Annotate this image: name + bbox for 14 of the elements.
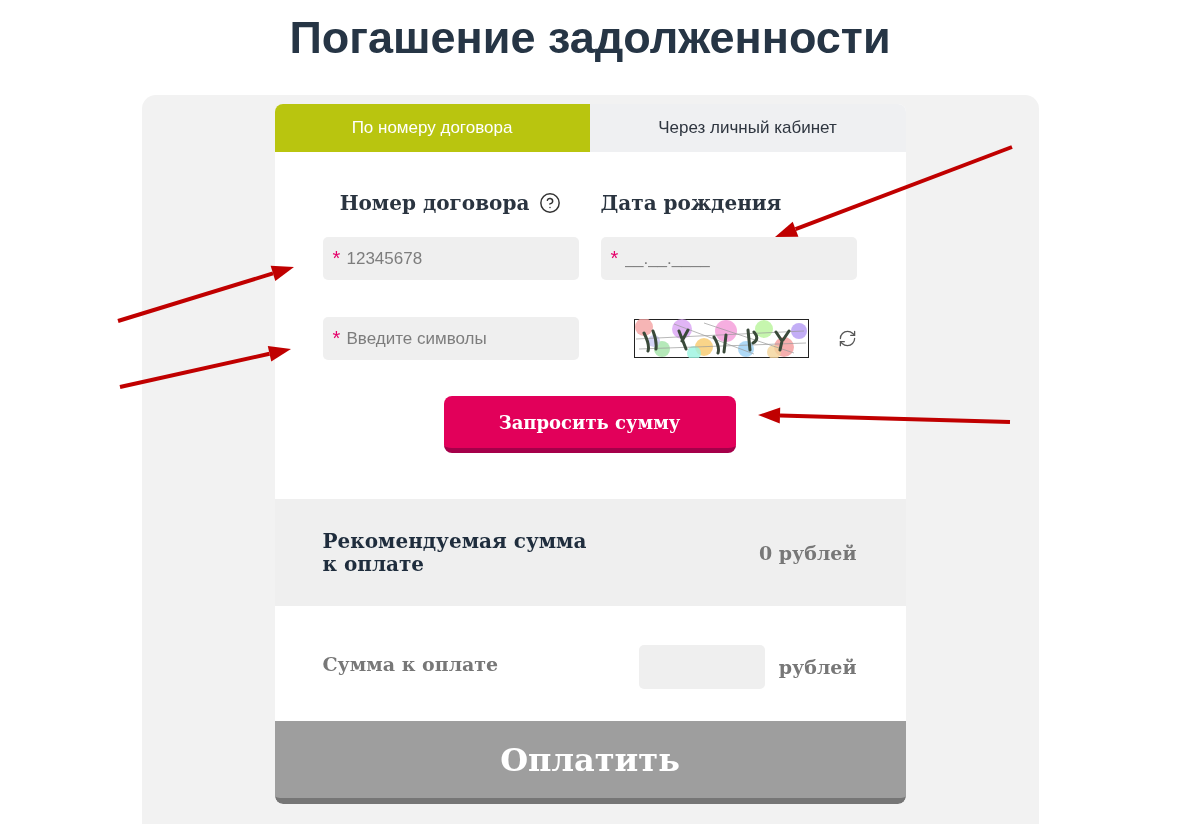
required-mark: * <box>332 248 341 268</box>
required-mark: * <box>610 248 619 268</box>
refresh-icon[interactable] <box>837 329 857 348</box>
tab[interactable]: Через личный кабинет <box>589 104 906 152</box>
page-title: Погашение задолженности <box>289 11 891 65</box>
help-icon[interactable] <box>539 192 562 214</box>
recommended-label: Рекомендуемая сумма к оплате <box>322 529 588 576</box>
field-label: Номер договора <box>339 191 530 215</box>
required-mark: * <box>332 328 341 348</box>
amount-label: Сумма к оплате <box>322 652 499 675</box>
currency-label: рублей <box>778 655 857 678</box>
field-label: Дата рождения <box>600 191 782 215</box>
request-amount-button[interactable]: Запросить сумму <box>443 396 736 453</box>
recommended-value: 0 рублей <box>758 541 857 564</box>
